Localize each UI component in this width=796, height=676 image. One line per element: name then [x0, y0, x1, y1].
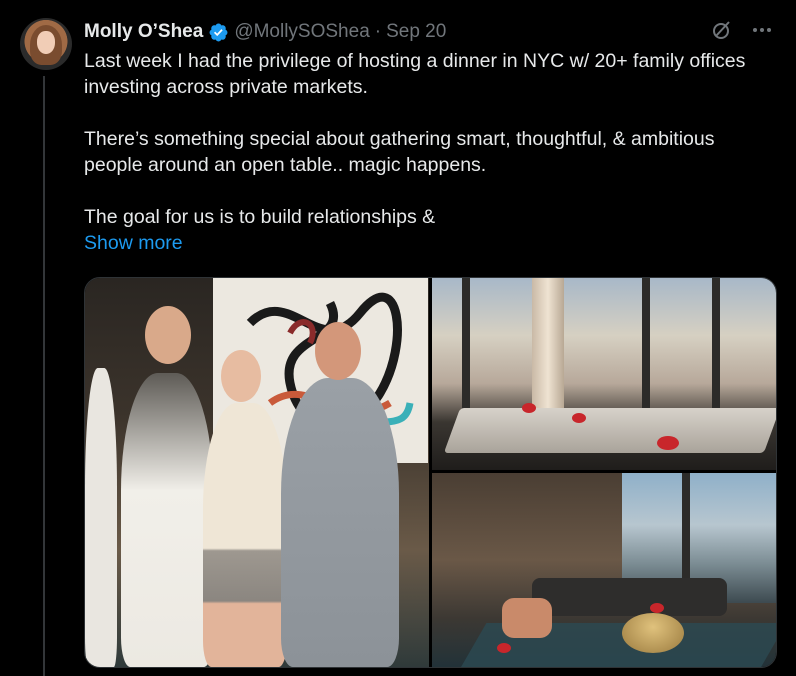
- show-more-link[interactable]: Show more: [84, 230, 183, 256]
- verified-badge-icon[interactable]: [208, 22, 229, 43]
- tweet: Molly O’Shea @MollySOShea · Sep 20 Last …: [84, 18, 774, 256]
- more-options-icon[interactable]: [750, 18, 774, 42]
- author-name[interactable]: Molly O’Shea: [84, 21, 203, 43]
- flower-centerpiece: [657, 436, 679, 450]
- media-grid: [84, 277, 777, 668]
- armchair: [502, 598, 552, 638]
- thread-line: [43, 76, 45, 676]
- person-woman: [203, 403, 287, 667]
- photo-dining-room[interactable]: [432, 278, 776, 470]
- person-left-edge: [85, 368, 117, 667]
- person-head: [221, 350, 261, 402]
- tweet-date[interactable]: Sep 20: [386, 21, 446, 43]
- header-actions: [710, 18, 774, 42]
- person-head: [315, 322, 361, 380]
- tweet-header: Molly O’Shea @MollySOShea · Sep 20: [84, 18, 774, 46]
- avatar[interactable]: [20, 18, 72, 70]
- photo-group[interactable]: [85, 278, 429, 667]
- window-mullion: [712, 278, 720, 428]
- person-man-center-left: [121, 373, 213, 667]
- photo-lounge[interactable]: [432, 473, 776, 667]
- coffee-table: [622, 613, 684, 653]
- dining-table: [443, 408, 776, 453]
- window-mullion: [642, 278, 650, 428]
- avatar-face: [37, 31, 55, 54]
- flower-centerpiece: [522, 403, 536, 413]
- grok-icon[interactable]: [710, 18, 734, 42]
- flower-centerpiece: [497, 643, 511, 653]
- column: [532, 278, 564, 408]
- tweet-paragraph: The goal for us is to build relationship…: [84, 206, 436, 228]
- flower-centerpiece: [572, 413, 586, 423]
- tweet-paragraph: There’s something special about gatherin…: [84, 128, 715, 176]
- person-man-right: [281, 378, 399, 667]
- tweet-text: Last week I had the privilege of hosting…: [84, 48, 774, 256]
- sofa: [532, 578, 727, 616]
- author-handle[interactable]: @MollySOShea: [234, 21, 369, 43]
- flower-centerpiece: [650, 603, 664, 613]
- window-mullion: [462, 278, 470, 428]
- separator-dot: ·: [374, 21, 382, 42]
- tweet-paragraph: Last week I had the privilege of hosting…: [84, 50, 746, 98]
- person-head: [145, 306, 191, 364]
